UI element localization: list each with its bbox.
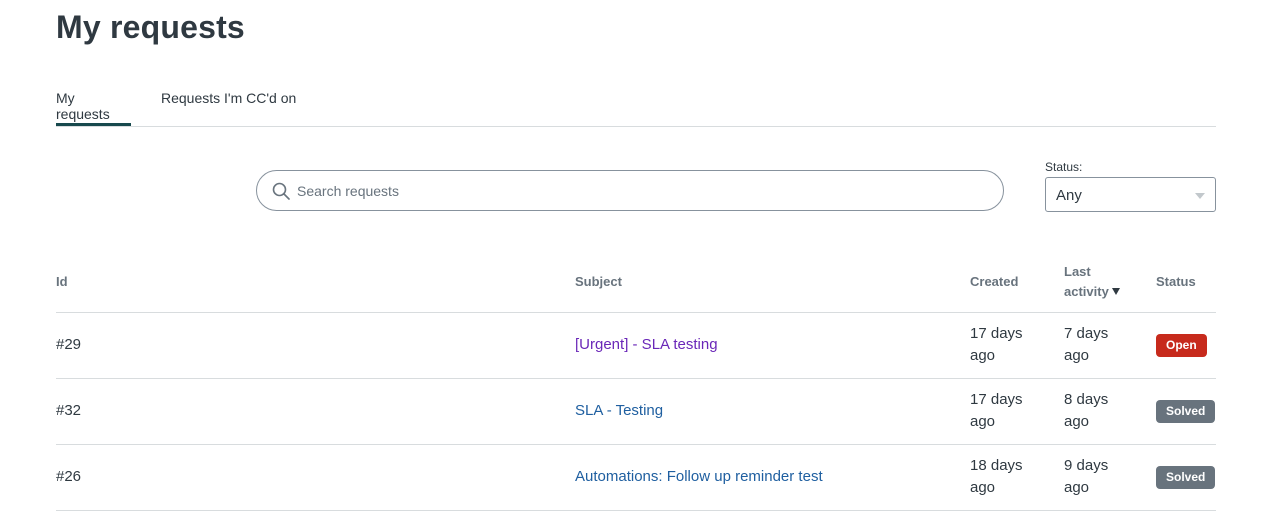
page-title: My requests (56, 9, 245, 45)
table-row: #26 Automations: Follow up reminder test… (56, 445, 1216, 511)
request-subject-link[interactable]: [Urgent] - SLA testing (575, 334, 718, 356)
column-header-subject: Subject (575, 274, 622, 289)
request-id: #32 (56, 402, 82, 419)
status-badge: Solved (1156, 400, 1216, 423)
request-created: 18 days ago (970, 457, 1023, 496)
request-created: 17 days ago (970, 391, 1023, 430)
request-subject-link[interactable]: SLA - Testing (575, 400, 663, 422)
tab-requests-cc[interactable]: Requests I'm CC'd on (161, 90, 296, 126)
request-last-activity: 8 days ago (1064, 391, 1109, 430)
page: My requests My requests Requests I'm CC'… (0, 0, 1284, 518)
status-badge: Open (1156, 334, 1207, 357)
table-row: #32 SLA - Testing 17 days ago 8 days ago… (56, 379, 1216, 445)
column-header-last-activity[interactable]: Last activity (1064, 262, 1134, 302)
search-box[interactable] (256, 170, 1004, 211)
request-created: 17 days ago (970, 325, 1023, 364)
table-header: Id Subject Created Last activity Status (56, 258, 1216, 313)
request-last-activity: 7 days ago (1064, 325, 1109, 364)
requests-table: Id Subject Created Last activity Status … (56, 258, 1216, 511)
sort-descending-icon (1111, 288, 1120, 295)
tab-my-requests[interactable]: My requests (56, 90, 131, 126)
column-header-status: Status (1156, 274, 1196, 289)
column-header-id: Id (56, 274, 68, 289)
request-subject-link[interactable]: Automations: Follow up reminder test (575, 466, 823, 488)
status-filter-value: Any (1056, 187, 1082, 204)
search-icon (272, 182, 290, 200)
chevron-down-icon (1195, 193, 1205, 199)
tab-bar: My requests Requests I'm CC'd on (56, 80, 1216, 127)
status-badge: Solved (1156, 466, 1216, 489)
status-filter-select[interactable]: Any (1045, 177, 1216, 212)
table-row: #29 [Urgent] - SLA testing 17 days ago 7… (56, 313, 1216, 379)
request-id: #26 (56, 468, 82, 485)
request-id: #29 (56, 336, 82, 353)
column-header-last-activity-label: Last activity (1064, 264, 1109, 299)
search-input[interactable] (297, 180, 977, 202)
column-header-created: Created (970, 274, 1019, 289)
status-filter-label: Status: (1045, 160, 1083, 174)
request-last-activity: 9 days ago (1064, 457, 1109, 496)
